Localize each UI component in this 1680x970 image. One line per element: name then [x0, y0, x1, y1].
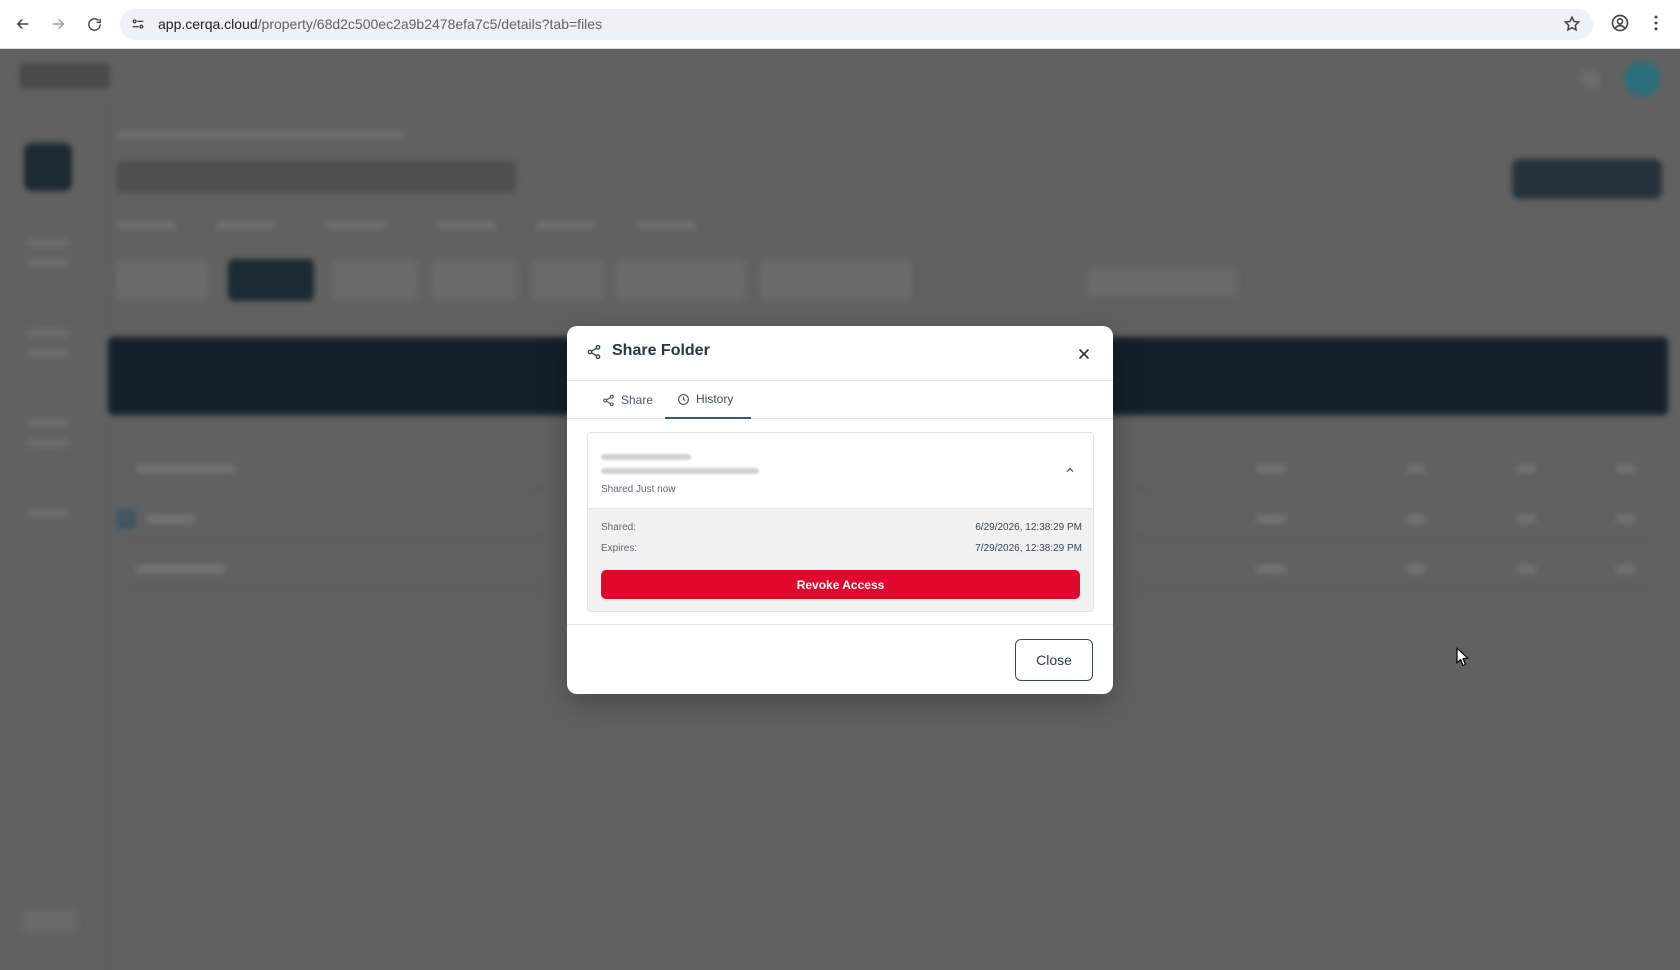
app-logo: [20, 63, 110, 89]
modal-header: Share Folder: [567, 326, 1113, 381]
share-modal-tabs: Share History: [567, 381, 1113, 419]
property-tabs: [116, 259, 976, 301]
history-entry-summary[interactable]: Shared Just now: [588, 433, 1093, 508]
share-icon: [603, 394, 614, 406]
history-entry-details: Shared: 6/29/2026, 12:38:29 PM Expires: …: [588, 508, 1093, 611]
shared-when-text: Shared Just now: [601, 484, 676, 495]
tab-share-label: Share: [621, 393, 654, 407]
breadcrumb: [116, 131, 406, 139]
page-title: [116, 161, 516, 193]
search-input: [1088, 267, 1238, 297]
back-icon[interactable]: [11, 12, 35, 36]
tab-files: [228, 259, 314, 301]
share-history-entry: Shared Just now Shared: 6/29/2026, 12:38…: [587, 432, 1094, 612]
primary-action-button: [1512, 159, 1662, 199]
recipient-email-redacted: [601, 468, 759, 474]
modal-footer: Close: [567, 624, 1113, 694]
site-settings-icon[interactable]: [130, 16, 146, 32]
stat: [216, 221, 276, 229]
tab-history-label: History: [696, 392, 734, 406]
shared-date: 6/29/2026, 12:38:29 PM: [975, 522, 1082, 533]
more-menu-icon[interactable]: [1646, 13, 1668, 35]
sidebar-item: [26, 419, 70, 427]
share-folder-modal: Share Folder Share History Shared Just n…: [567, 326, 1113, 694]
recipient-name-redacted: [601, 454, 691, 460]
forward-icon[interactable]: [46, 12, 70, 36]
avatar: [1624, 61, 1660, 97]
stat: [326, 221, 386, 229]
sidebar-item: [26, 509, 70, 517]
expires-label: Expires:: [601, 543, 638, 554]
url-host: app.cerqa.cloud: [158, 16, 258, 32]
sidebar-item: [26, 439, 70, 447]
tab: [532, 259, 604, 301]
notification-icon: [1580, 69, 1600, 89]
sidebar-divider: [108, 99, 109, 970]
stat: [436, 221, 496, 229]
profile-icon[interactable]: [1610, 13, 1632, 35]
clock-icon: [678, 393, 689, 405]
share-icon: [586, 344, 604, 362]
sidebar-item: [26, 259, 70, 267]
tab: [616, 259, 746, 301]
address-bar[interactable]: app.cerqa.cloud/property/68d2c500ec2a9b2…: [120, 9, 1593, 40]
revoke-access-button[interactable]: Revoke Access: [601, 570, 1080, 599]
tab: [432, 259, 518, 301]
tab-share[interactable]: Share: [600, 381, 655, 419]
tab: [116, 259, 208, 301]
mouse-cursor-icon: [1456, 647, 1469, 667]
sidebar-item: [26, 349, 70, 357]
stat: [536, 221, 596, 229]
bookmark-star-icon[interactable]: [1563, 15, 1581, 33]
tab: [761, 259, 911, 301]
tab: [332, 259, 418, 301]
expires-date: 7/29/2026, 12:38:29 PM: [975, 543, 1082, 554]
reload-icon[interactable]: [82, 12, 106, 36]
chevron-up-icon[interactable]: [1064, 463, 1076, 475]
close-button[interactable]: Close: [1015, 639, 1093, 681]
stat: [116, 221, 176, 229]
shared-label: Shared:: [601, 522, 637, 533]
sidebar-item: [26, 239, 70, 247]
url-path: /property/68d2c500ec2a9b2478efa7c5/detai…: [257, 16, 603, 32]
sidebar-item: [26, 329, 70, 337]
tab-history[interactable]: History: [665, 381, 751, 419]
help-button: [22, 909, 78, 933]
url-text: app.cerqa.cloud/property/68d2c500ec2a9b2…: [158, 16, 602, 32]
stat: [636, 221, 696, 229]
browser-toolbar: app.cerqa.cloud/property/68d2c500ec2a9b2…: [0, 0, 1680, 49]
modal-title: Share Folder: [612, 342, 710, 359]
close-icon[interactable]: [1075, 345, 1093, 363]
property-stats: [116, 221, 816, 251]
sidebar-active-item: [24, 143, 72, 191]
